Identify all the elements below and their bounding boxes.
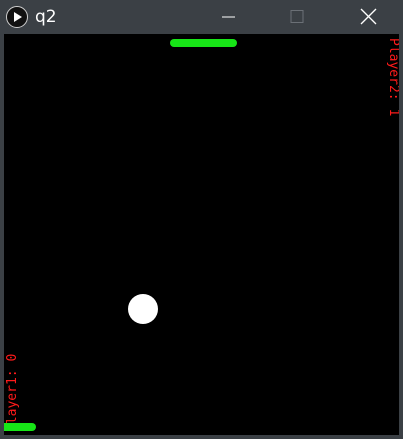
maximize-button[interactable] <box>274 0 320 34</box>
player2-score: Player2: 1 <box>386 38 399 116</box>
window-title: q2 <box>35 7 57 27</box>
maximize-icon <box>290 10 304 23</box>
player1-score: Player1: 0 <box>5 353 20 432</box>
app-window: q2 Player2: 1 Player1: 0 <box>0 0 403 439</box>
player1-paddle <box>4 423 36 431</box>
play-icon <box>6 6 28 28</box>
ball <box>128 294 158 324</box>
close-icon <box>360 8 377 25</box>
minimize-button[interactable] <box>205 0 251 34</box>
title-bar[interactable]: q2 <box>0 0 403 34</box>
close-button[interactable] <box>345 0 391 34</box>
player2-paddle <box>170 39 237 47</box>
game-canvas[interactable]: Player2: 1 Player1: 0 <box>4 34 399 435</box>
